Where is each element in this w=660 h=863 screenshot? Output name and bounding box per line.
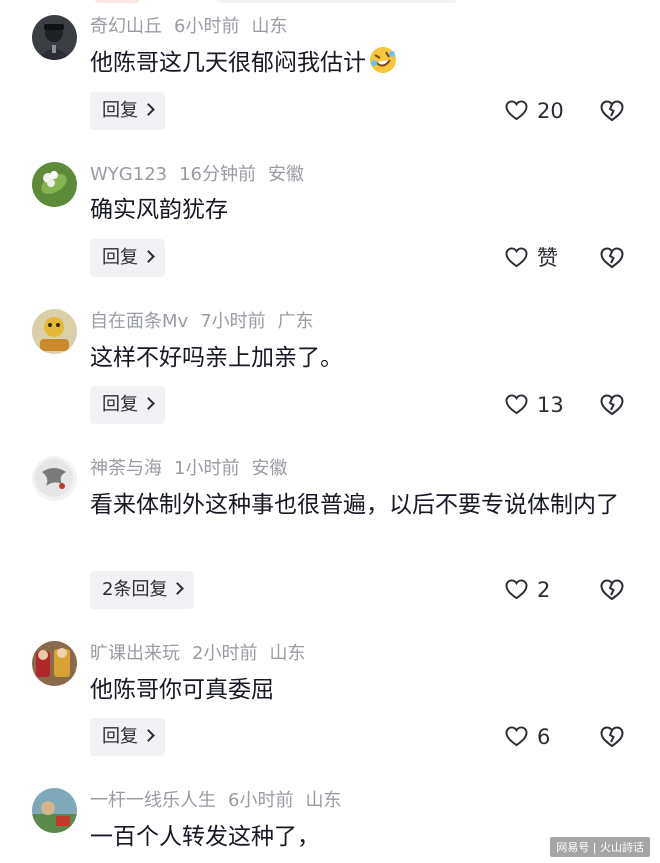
broken-heart-icon [600,100,624,122]
comment-time: 2小时前 [192,643,258,664]
heart-icon [505,247,528,268]
top-edge-bar [215,0,458,3]
comment-text: 这样不好吗亲上加亲了。 [90,345,343,371]
reply-button[interactable]: 回复 [90,718,165,756]
dislike-button[interactable] [600,579,624,601]
comment-location: 山东 [269,643,306,664]
reply-button[interactable]: 回复 [90,239,165,277]
rolling-on-floor-laughing-emoji [368,45,398,75]
like-count: 赞 [537,246,558,270]
comment-text: 他陈哥你可真委屈 [90,677,274,703]
avatar[interactable] [32,162,77,207]
chevron-right-icon [142,729,155,742]
dislike-button[interactable] [600,100,624,122]
reply-button[interactable]: 回复 [90,386,165,424]
comment-meta: WYG123 16分钟前 安徽 [90,162,316,188]
heart-icon [505,100,528,121]
top-edge-tab [94,0,140,3]
dislike-button[interactable] [600,394,624,416]
comment-location: 安徽 [268,164,305,185]
comment-location: 山东 [251,16,288,37]
comment-location: 安徽 [251,458,288,479]
dislike-button[interactable] [600,726,624,748]
username[interactable]: 一杆一线乐人生 [90,790,216,811]
username[interactable]: 奇幻山丘 [90,16,162,37]
like-count: 6 [537,725,551,749]
comment-meta: 神荼与海 1小时前 安徽 [90,456,299,482]
username[interactable]: WYG123 [90,164,167,185]
comment-time: 6小时前 [228,790,294,811]
comment-text: 他陈哥这几天很郁闷我估计 [90,45,635,81]
broken-heart-icon [600,579,624,601]
avatar[interactable] [32,641,77,686]
comment-meta: 自在面条Mv 7小时前 广东 [90,309,326,335]
broken-heart-icon [600,394,624,416]
comment-meta: 一杆一线乐人生 6小时前 山东 [90,788,353,814]
comment-meta: 奇幻山丘 6小时前 山东 [90,14,299,40]
top-edge [0,0,660,4]
heart-icon [505,394,528,415]
watermark: 网易号 | 火山詩话 [550,837,650,857]
chevron-right-icon [142,397,155,410]
chevron-right-icon [142,250,155,263]
comment-text: 看来体制外这种事也很普遍，以后不要专说体制内了 [90,492,619,518]
avatar[interactable] [32,15,77,60]
comment-location: 广东 [277,311,314,332]
heart-icon [505,579,528,600]
reply-button[interactable]: 2条回复 [90,571,195,609]
broken-heart-icon [600,726,624,748]
like-count: 13 [537,393,564,417]
comment-text: 确实风韵犹存 [90,197,228,223]
comment-time: 6小时前 [174,16,240,37]
broken-heart-icon [600,247,624,269]
like-count: 20 [537,99,564,123]
comment-meta: 旷课出来玩 2小时前 山东 [90,641,317,667]
comment-time: 7小时前 [200,311,266,332]
like-count: 2 [537,578,551,602]
dislike-button[interactable] [600,247,624,269]
chevron-right-icon [142,103,155,116]
username[interactable]: 神荼与海 [90,458,162,479]
comment-location: 山东 [305,790,342,811]
avatar[interactable] [32,456,77,501]
heart-icon [505,726,528,747]
avatar[interactable] [32,309,77,354]
chevron-right-icon [171,582,185,595]
avatar[interactable] [32,788,77,833]
username[interactable]: 旷课出来玩 [90,643,180,664]
comment-time: 16分钟前 [179,164,257,185]
comment-time: 1小时前 [174,458,240,479]
reply-button[interactable]: 回复 [90,92,165,130]
username[interactable]: 自在面条Mv [90,311,188,332]
